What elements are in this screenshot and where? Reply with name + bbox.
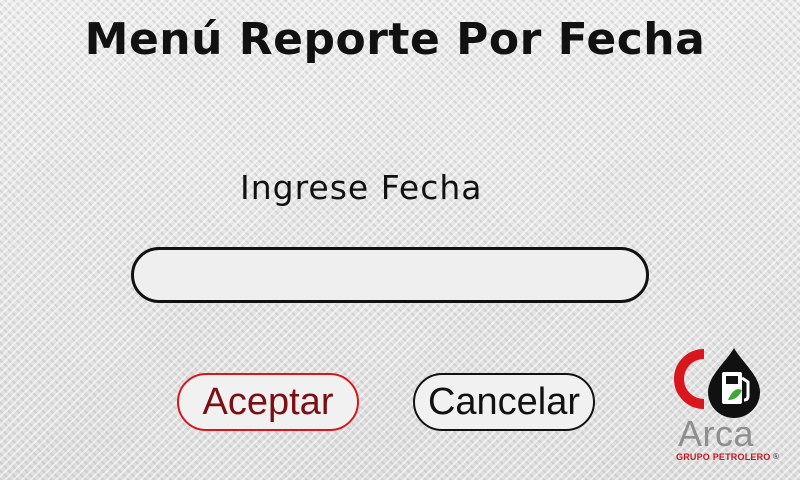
page-title: Menú Reporte Por Fecha xyxy=(84,14,706,65)
logo-wordmark: Arca xyxy=(678,413,755,454)
logo-subtitle: GRUPO PETROLERO xyxy=(676,452,771,462)
arca-logo: Arca GRUPO PETROLERO ® xyxy=(668,346,786,466)
cancel-button[interactable]: Cancelar xyxy=(413,373,595,431)
fuel-pump-drop-icon xyxy=(674,348,760,418)
date-prompt-label: Ingrese Fecha xyxy=(240,168,483,207)
accept-button[interactable]: Aceptar xyxy=(177,373,359,431)
date-input[interactable] xyxy=(131,247,649,303)
registered-mark: ® xyxy=(773,452,779,461)
